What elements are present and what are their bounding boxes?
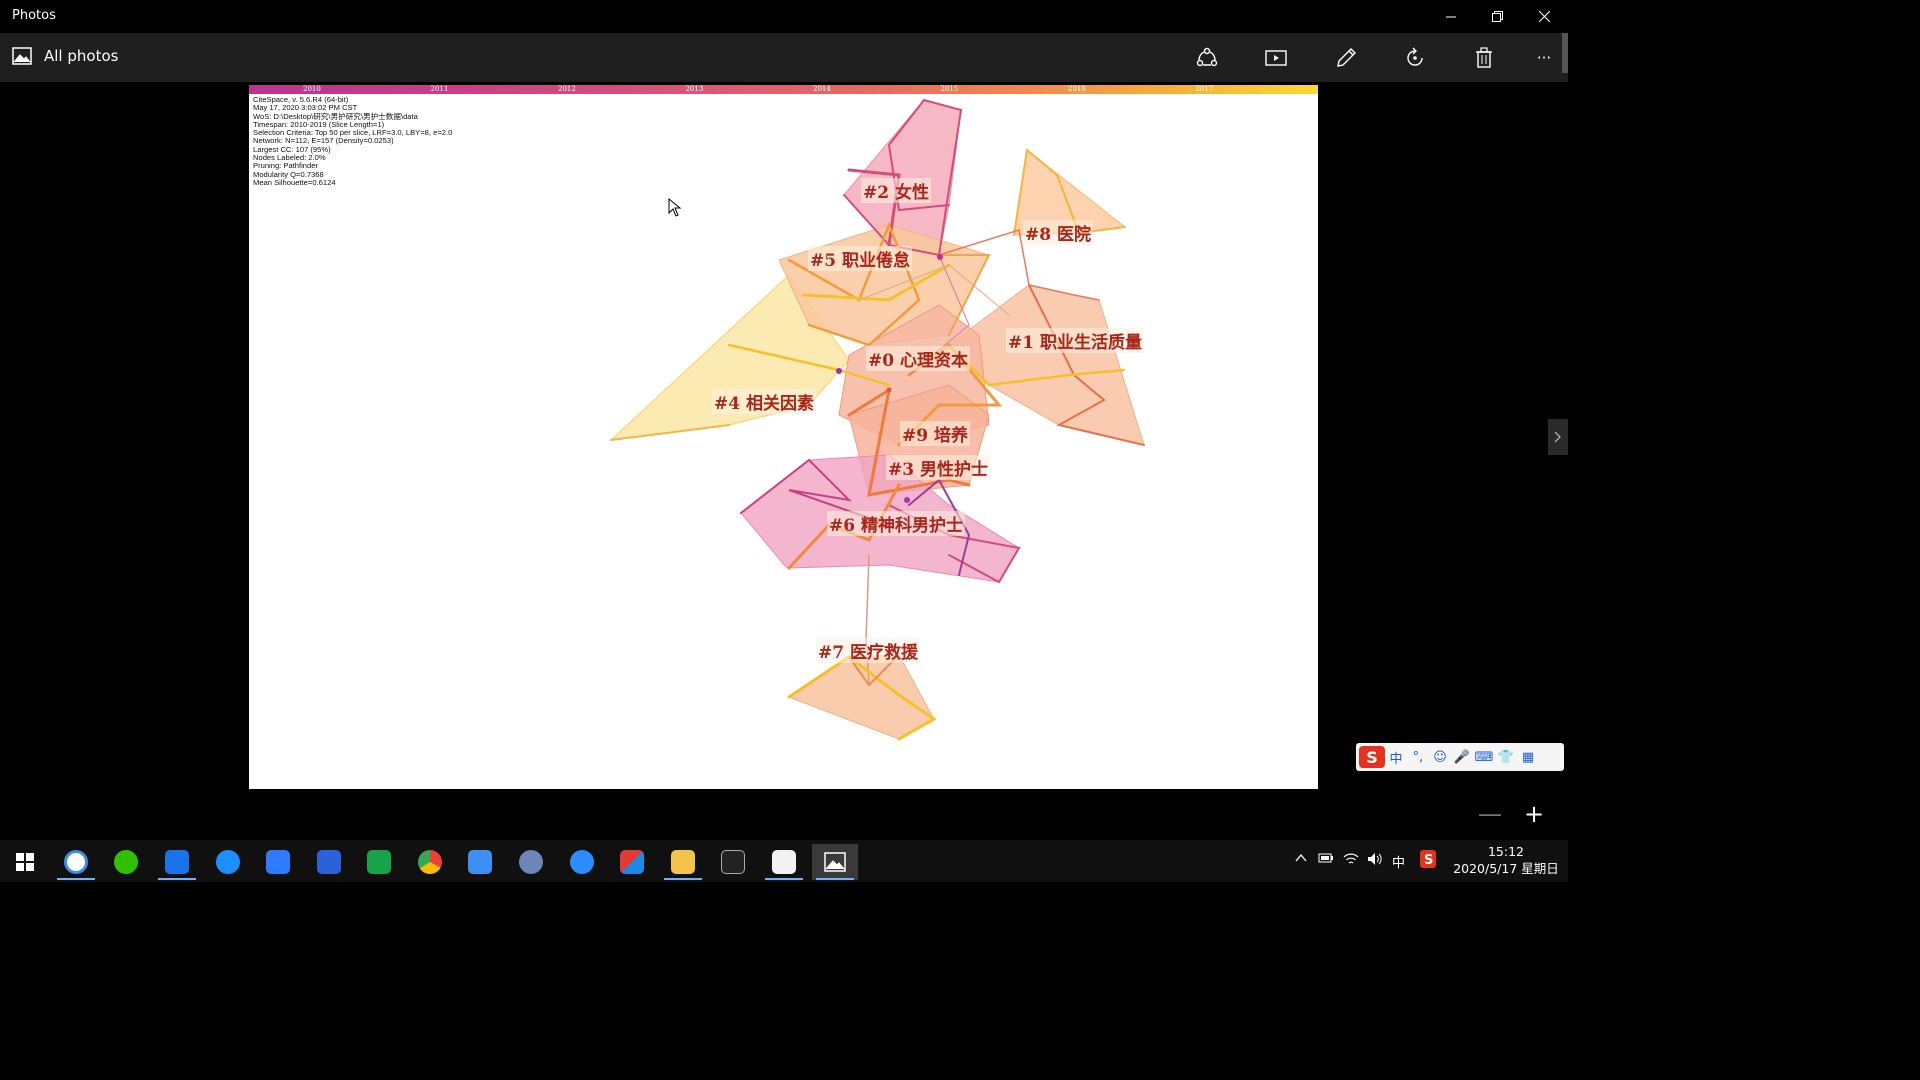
taskbar-classroom[interactable]: [457, 844, 503, 880]
taskbar-meeting[interactable]: [154, 844, 200, 880]
node: [904, 497, 910, 503]
rotate-button[interactable]: [1402, 45, 1428, 71]
app-title: Photos: [12, 8, 56, 23]
cluster-label: #5 职业倦怠: [808, 246, 912, 271]
cluster-label: #6 精神科男护士: [827, 511, 965, 536]
cluster-label: #9 培养: [900, 421, 970, 446]
cloud-drive-icon: [266, 850, 290, 874]
cluster-label: #7 医疗救援: [816, 638, 920, 663]
ime-keyboard-icon[interactable]: ⌨: [1473, 750, 1495, 765]
slideshow-button[interactable]: [1263, 45, 1289, 71]
minimize-icon: [1446, 16, 1456, 17]
video-meeting-icon: [165, 850, 189, 874]
ime-toolbox-icon[interactable]: ▦: [1517, 750, 1539, 765]
chevron-right-icon: [1554, 431, 1561, 443]
slideshow-icon: [1265, 50, 1287, 66]
taskbar-chrome[interactable]: [407, 844, 453, 880]
photo-toolbar: All photos ···: [0, 33, 1568, 82]
wifi-icon[interactable]: [1343, 852, 1359, 870]
ime-emoji-icon[interactable]: ☺: [1429, 750, 1451, 765]
volume-icon[interactable]: [1367, 852, 1383, 870]
colorful-tiles-icon: [620, 850, 644, 874]
chevron-up-icon[interactable]: [1295, 852, 1307, 867]
zoom-out-button[interactable]: —: [1476, 800, 1504, 828]
terminal-icon: [721, 850, 745, 874]
mouse-cursor-icon: [668, 198, 682, 217]
close-icon: [1538, 11, 1550, 22]
delete-button[interactable]: [1471, 45, 1497, 71]
system-clock[interactable]: 15:12 2020/5/17 星期日: [1452, 843, 1560, 877]
cluster-label: #2 女性: [861, 178, 931, 203]
wps-writer-icon: [317, 850, 341, 874]
taskbar-zoom[interactable]: [559, 844, 605, 880]
cluster-label: #3 男性护士: [886, 455, 990, 480]
globe-icon: [519, 850, 543, 874]
taskbar-cloud[interactable]: [255, 844, 301, 880]
taskbar-explorer[interactable]: [660, 844, 706, 880]
clock-time: 15:12: [1487, 844, 1525, 859]
sogou-logo-icon: S: [1359, 746, 1385, 768]
photo-icon: [824, 852, 846, 872]
taskbar-sheets[interactable]: [356, 844, 402, 880]
next-photo-button[interactable]: [1548, 419, 1568, 455]
photo-icon: [12, 47, 32, 65]
svg-text:S: S: [1424, 853, 1433, 868]
taskbar: 中 S: [0, 840, 1568, 882]
share-icon: [1196, 47, 1218, 67]
citespace-icon: [64, 850, 88, 874]
taskbar-store[interactable]: [609, 844, 655, 880]
more-options-button[interactable]: ···: [1531, 45, 1557, 71]
taskbar-java[interactable]: [761, 844, 807, 880]
taskbar-photos[interactable]: [812, 844, 858, 880]
graduation-cap-icon: [468, 850, 492, 874]
cluster-network: [609, 98, 1145, 741]
taskbar-wechat[interactable]: [103, 844, 149, 880]
title-bar: Photos: [0, 0, 1568, 33]
battery-icon[interactable]: [1318, 852, 1334, 868]
trash-icon: [1476, 47, 1492, 68]
close-button[interactable]: [1521, 0, 1567, 33]
wps-sheets-icon: [367, 850, 391, 874]
ime-skin-icon[interactable]: 👕: [1495, 750, 1517, 765]
ime-toolbar[interactable]: S 中 °, ☺ 🎤 ⌨ 👕 ▦: [1356, 743, 1564, 771]
taskbar-citespace[interactable]: [53, 844, 99, 880]
taskbar-terminal[interactable]: [710, 844, 756, 880]
breadcrumb: All photos: [44, 47, 119, 65]
rotate-icon: [1407, 47, 1423, 66]
cluster-label: #8 医院: [1023, 220, 1093, 245]
input-language-indicator[interactable]: 中: [1392, 852, 1405, 871]
restore-button[interactable]: [1474, 0, 1520, 33]
restore-icon: [1491, 11, 1503, 22]
sogou-tray-icon[interactable]: S: [1420, 850, 1436, 872]
dingtalk-icon: [216, 850, 240, 874]
share-button[interactable]: [1194, 45, 1220, 71]
taskbar-word[interactable]: [306, 844, 352, 880]
cluster-label: #1 职业生活质量: [1006, 328, 1144, 353]
ime-chinese-mode[interactable]: 中: [1385, 748, 1407, 767]
cluster-label: #0 心理资本: [866, 346, 970, 371]
clock-date: 2020/5/17 星期日: [1453, 861, 1559, 876]
cluster-label: #4 相关因素: [712, 389, 816, 414]
scrollbar[interactable]: [1562, 33, 1568, 73]
java-icon: [772, 850, 796, 874]
ime-punctuation[interactable]: °,: [1407, 750, 1429, 765]
taskbar-browser[interactable]: [508, 844, 554, 880]
node: [836, 368, 842, 374]
folder-icon: [671, 850, 695, 874]
all-photos-link[interactable]: All photos: [12, 47, 118, 65]
pencil-icon: [1337, 48, 1356, 67]
wechat-icon: [114, 850, 138, 874]
chrome-icon: [418, 850, 442, 874]
minimize-button[interactable]: [1428, 0, 1474, 33]
zoom-app-icon: [570, 850, 594, 874]
zoom-in-button[interactable]: +: [1520, 800, 1548, 828]
start-button[interactable]: [2, 844, 48, 880]
windows-logo-icon: [16, 853, 34, 871]
ime-voice-icon[interactable]: 🎤: [1451, 750, 1473, 765]
edit-button[interactable]: [1333, 45, 1359, 71]
photo-canvas: 2010 2011 2012 2013 2014 2015 2016 2017 CiteSpa…: [249, 85, 1318, 789]
node: [886, 387, 892, 393]
taskbar-dingtalk[interactable]: [205, 844, 251, 880]
node: [937, 254, 943, 260]
